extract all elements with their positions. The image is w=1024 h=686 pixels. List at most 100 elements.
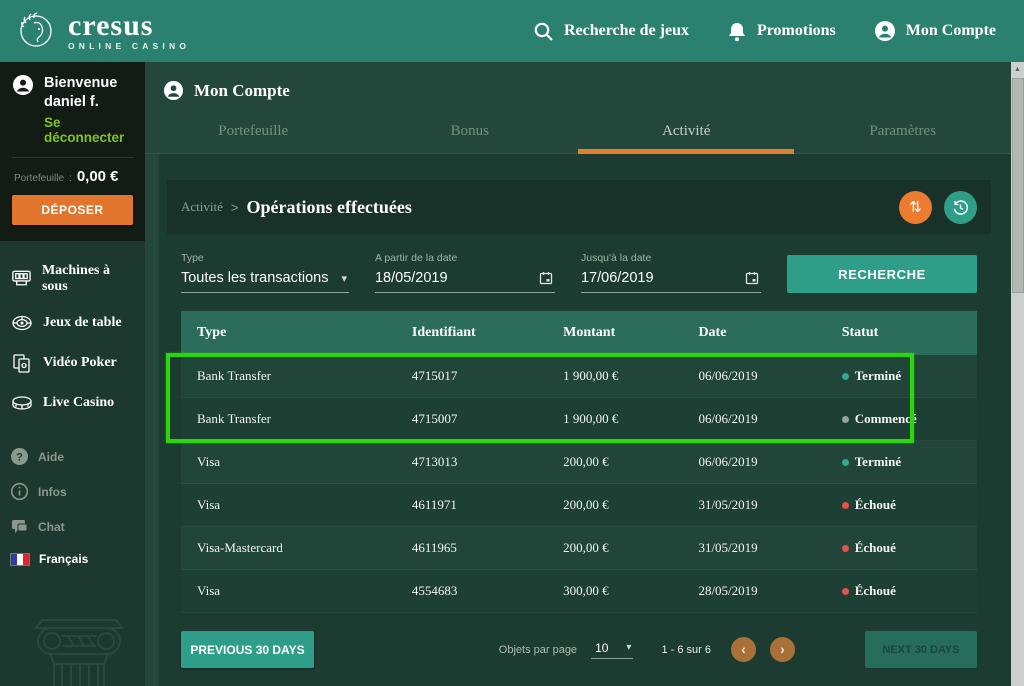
sidebar-item-video-poker[interactable]: Vidéo Poker [0,343,145,383]
header-nav: Recherche de jeux Promotions Mon Compte [533,20,996,42]
search-button[interactable]: RECHERCHE [787,255,977,293]
column-header-date: Date [682,325,825,341]
help-icon: ? [10,447,29,466]
next-page-button[interactable]: › [770,637,795,662]
transfer-icon: ⇅ [909,198,922,216]
bell-icon [727,21,747,42]
cresus-logo[interactable]: cresus ONLINE CASINO [14,9,190,53]
type-filter: Type Toutes les transactions ▾ [181,252,349,293]
column-header-statut: Statut [826,325,977,341]
svg-text:?: ? [16,452,23,464]
sidebar-item-chat[interactable]: Chat [0,509,145,544]
column-header-type: Type [181,325,396,341]
sidebar-item-help[interactable]: ? Aide [0,439,145,474]
cell-identifiant: 4715007 [396,411,547,427]
cell-identifiant: 4713013 [396,454,547,470]
to-date-value: 17/06/2019 [581,270,654,286]
status-dot [842,502,849,509]
welcome-text: Bienvenue [44,74,117,93]
nav-search-games[interactable]: Recherche de jeux [533,21,689,42]
table-header-row: Type Identifiant Montant Date Statut [181,311,977,355]
sidebar-item-table-games[interactable]: Jeux de table [0,303,145,343]
table-row: Visa 4713013 200,00 € 06/06/2019 Terminé [181,441,977,484]
sidebar-item-slots[interactable]: Machines à sous [0,255,145,303]
sidebar-item-label: Infos [38,485,67,499]
chat-icon [10,517,29,536]
sidebar-item-language[interactable]: Français [0,544,145,574]
per-page-label: Objets par page [499,644,577,656]
sidebar-item-infos[interactable]: Infos [0,474,145,509]
nav-account[interactable]: Mon Compte [874,20,996,42]
nav-promotions-label: Promotions [757,22,836,40]
cell-type: Visa-Mastercard [181,540,396,556]
previous-page-button[interactable]: ‹ [731,637,756,662]
account-bar: Mon Compte [145,62,1011,107]
cell-identifiant: 4715017 [396,368,547,384]
info-icon [10,482,29,501]
type-filter-value: Toutes les transactions [181,270,329,286]
scroll-up-arrow[interactable]: ▲ [1011,62,1024,76]
sidebar-item-live-casino[interactable]: Live Casino [0,383,145,423]
to-date-label: Jusqu'à la date [581,252,761,264]
account-tabs: Portefeuille Bonus Activité Paramètres [145,113,1011,154]
to-date-filter: Jusqu'à la date 17/06/2019 [581,252,761,293]
cell-statut: Terminé [826,454,977,470]
french-flag-icon [10,553,30,566]
scrollbar-thumb[interactable] [1012,78,1024,293]
per-page-select[interactable]: 10 ▾ [591,641,633,659]
search-icon [533,21,554,42]
table-footer: PREVIOUS 30 DAYS Objets par page 10 ▾ 1 … [181,631,977,682]
wallet-balance: 0,00 € [77,168,119,185]
tab-activite[interactable]: Activité [578,113,795,153]
page-scrollbar[interactable]: ▲ [1011,62,1024,686]
status-dot [842,588,849,595]
tab-bonus[interactable]: Bonus [361,113,578,153]
cell-type: Visa [181,454,396,470]
breadcrumb-parent[interactable]: Activité [181,199,223,215]
cell-type: Visa [181,497,396,513]
status-label: Commencé [855,411,917,427]
transactions-toggle-button[interactable]: ⇅ [899,191,932,224]
table-body: Bank Transfer 4715017 1 900,00 € 06/06/2… [181,355,977,613]
table-row: Bank Transfer 4715007 1 900,00 € 06/06/2… [181,398,977,441]
username: daniel f. [44,93,117,112]
from-date-filter: A partir de la date 18/05/2019 [375,252,555,293]
calendar-icon [745,271,759,285]
logout-link[interactable]: Se déconnecter [44,115,133,145]
next-30-days-button[interactable]: NEXT 30 DAYS [865,631,977,668]
status-label: Terminé [855,454,901,470]
activity-header: Activité > Opérations effectuées ⇅ [167,180,991,234]
cell-montant: 1 900,00 € [547,368,682,384]
sidebar-secondary: ? Aide Infos Chat Français [0,439,145,574]
cell-identifiant: 4611971 [396,497,547,513]
from-date-input[interactable]: 18/05/2019 [375,270,555,293]
tab-parametres[interactable]: Paramètres [794,113,1011,153]
nav-search-label: Recherche de jeux [564,22,689,40]
main-area: Mon Compte Portefeuille Bonus Activité P… [145,62,1011,686]
cell-type: Bank Transfer [181,368,396,384]
live-casino-icon [10,391,34,415]
cell-statut: Échoué [826,497,977,513]
sidebar-item-label: Machines à sous [42,263,135,295]
language-label: Français [39,552,88,566]
history-button[interactable] [944,191,977,224]
to-date-input[interactable]: 17/06/2019 [581,270,761,293]
table-row: Bank Transfer 4715017 1 900,00 € 06/06/2… [181,355,977,398]
cell-statut: Échoué [826,540,977,556]
cell-montant: 200,00 € [547,540,682,556]
coin-logo-icon [14,9,58,53]
nav-promotions[interactable]: Promotions [727,21,836,42]
slot-machine-icon [10,267,33,291]
activity-panel: Activité > Opérations effectuées ⇅ Type … [159,154,1011,686]
tab-portefeuille[interactable]: Portefeuille [145,113,362,153]
type-filter-select[interactable]: Toutes les transactions ▾ [181,270,349,293]
status-dot [842,416,849,423]
status-label: Échoué [855,583,896,599]
deposit-button[interactable]: DÉPOSER [12,195,133,225]
avatar-icon [12,74,34,96]
chevron-down-icon: ▾ [341,272,347,285]
status-dot [842,459,849,466]
page-title: Opérations effectuées [246,197,411,218]
cell-montant: 200,00 € [547,454,682,470]
previous-30-days-button[interactable]: PREVIOUS 30 DAYS [181,631,314,668]
